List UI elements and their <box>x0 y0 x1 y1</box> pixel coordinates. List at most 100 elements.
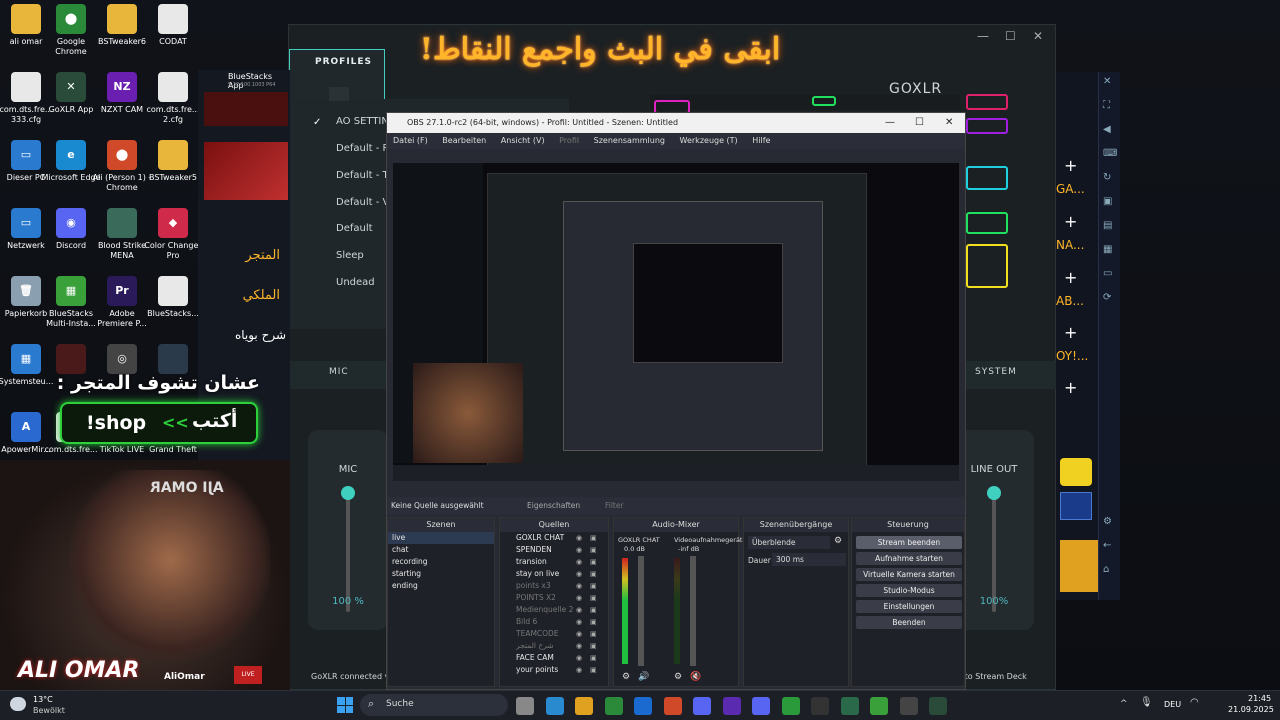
scene-item[interactable]: starting <box>388 568 494 580</box>
eye-icon[interactable]: ◉ <box>576 628 582 640</box>
minimize-icon[interactable]: — <box>885 113 895 133</box>
goxlr-icon[interactable] <box>929 697 947 715</box>
gear-icon[interactable]: ⚙ <box>622 672 630 682</box>
minimize-icon[interactable]: — <box>977 29 989 43</box>
preset-3[interactable]: Default - V <box>336 197 389 208</box>
source-item[interactable]: SPENDEN ◉ ▣ <box>500 544 608 556</box>
xbox-icon[interactable] <box>781 697 800 715</box>
eye-icon[interactable]: ◉ <box>576 652 582 664</box>
close-icon[interactable]: ✕ <box>1103 76 1111 87</box>
eye-icon[interactable]: ◉ <box>576 640 582 652</box>
lock-icon[interactable]: ▣ <box>590 544 597 556</box>
speaker-icon[interactable]: 🔊 <box>638 672 649 682</box>
mic-icon[interactable]: 🎙 <box>1140 697 1153 708</box>
preset-4[interactable]: Default <box>336 223 373 234</box>
eye-icon[interactable]: ◉ <box>576 556 582 568</box>
close-icon[interactable]: ✕ <box>1033 29 1043 43</box>
sync-icon[interactable]: ⟳ <box>1103 292 1111 303</box>
desktop-icon[interactable]: CODAT <box>143 4 203 47</box>
eye-icon[interactable]: ◉ <box>576 580 582 592</box>
discord-icon[interactable] <box>752 697 770 715</box>
preset-0[interactable]: AO SETTIN <box>336 116 389 127</box>
transition-select[interactable]: Überblende <box>748 536 830 549</box>
clock-time[interactable]: 21:45 <box>1248 694 1271 703</box>
preset-6[interactable]: Undead <box>336 277 375 288</box>
mixer-ch1-slider[interactable] <box>638 556 644 666</box>
eye-icon[interactable]: ◉ <box>576 544 582 556</box>
preset-1[interactable]: Default - R <box>336 143 389 154</box>
plus-icon[interactable]: + <box>1064 212 1077 231</box>
menu-profil[interactable]: Profil <box>559 136 579 145</box>
mixer-ch2-slider[interactable] <box>690 556 696 666</box>
game-tile-1[interactable] <box>1060 458 1092 486</box>
home-icon[interactable]: ⌂ <box>1103 564 1109 575</box>
lock-icon[interactable]: ▣ <box>590 616 597 628</box>
weather-temp[interactable]: 13°C <box>33 695 53 704</box>
chrome-icon[interactable] <box>663 697 682 715</box>
explorer-icon[interactable] <box>575 697 593 715</box>
neon-button-2[interactable] <box>966 118 1008 134</box>
scene-item[interactable]: ending <box>388 580 494 592</box>
eye-icon[interactable]: ◉ <box>576 604 582 616</box>
eye-icon[interactable]: ◉ <box>576 532 582 544</box>
lock-icon[interactable]: ▣ <box>590 592 597 604</box>
source-item[interactable]: your points ◉ ▣ <box>500 664 608 676</box>
macro-icon[interactable]: ▤ <box>1103 220 1112 231</box>
scene-item[interactable]: chat <box>388 544 494 556</box>
source-item[interactable]: Bild 6 ◉ ▣ <box>500 616 608 628</box>
source-item[interactable]: شرح المتجر ◉ ▣ <box>500 640 608 652</box>
neon-pad-2[interactable] <box>812 96 836 106</box>
screenshot-icon[interactable]: ▣ <box>1103 196 1112 207</box>
desktop-icon[interactable]: BSTweaker5 <box>143 140 203 183</box>
preset-5[interactable]: Sleep <box>336 250 364 261</box>
plus-icon[interactable]: + <box>1064 268 1077 287</box>
whatsapp-icon[interactable] <box>604 697 623 715</box>
neon-button-1[interactable] <box>966 94 1008 110</box>
source-item[interactable]: FACE CAM ◉ ▣ <box>500 652 608 664</box>
search-box[interactable]: ⌕ Suche <box>360 694 508 716</box>
scene-item[interactable]: live <box>388 532 494 544</box>
weather-text[interactable]: Bewölkt <box>33 706 65 715</box>
speaker-muted-icon[interactable]: 🔇 <box>690 672 701 682</box>
menu-ansicht[interactable]: Ansicht (V) <box>501 136 545 145</box>
eye-icon[interactable]: ◉ <box>576 616 582 628</box>
neon-button-3[interactable] <box>966 212 1008 234</box>
duration-input[interactable]: 300 ms <box>772 553 846 566</box>
source-item[interactable]: TEAMCODE ◉ ▣ <box>500 628 608 640</box>
edge-icon[interactable] <box>722 697 741 715</box>
neon-button-4[interactable] <box>966 244 1008 288</box>
stop-stream-button[interactable]: Stream beenden <box>856 536 962 549</box>
plus-icon[interactable]: + <box>1064 156 1077 175</box>
bluestacks-icon[interactable] <box>870 697 888 715</box>
source-item[interactable]: points x3 ◉ ▣ <box>500 580 608 592</box>
source-item[interactable]: POINTS X2 ◉ ▣ <box>500 592 608 604</box>
maximize-icon[interactable]: ☐ <box>1005 29 1016 43</box>
lock-icon[interactable]: ▣ <box>590 532 597 544</box>
lock-icon[interactable]: ▣ <box>590 568 597 580</box>
mic-knob[interactable] <box>341 486 355 500</box>
nzxt-icon[interactable] <box>840 697 859 715</box>
virtual-camera-button[interactable]: Virtuelle Kamera starten <box>856 568 962 581</box>
gear-icon[interactable]: ⚙ <box>674 672 682 682</box>
plus-icon[interactable]: + <box>1064 323 1077 342</box>
menu-szenensammlung[interactable]: Szenensammlung <box>594 136 665 145</box>
preset-2[interactable]: Default - T <box>336 170 389 181</box>
studio-mode-button[interactable]: Studio-Modus <box>856 584 962 597</box>
copilot-icon[interactable] <box>545 697 564 715</box>
maximize-icon[interactable]: ☐ <box>915 113 924 133</box>
wifi-icon[interactable]: ◠ <box>1190 697 1199 708</box>
chevron-up-icon[interactable]: ^ <box>1120 699 1128 709</box>
windows-start-icon[interactable] <box>337 697 353 713</box>
lock-icon[interactable]: ▣ <box>590 604 597 616</box>
game-thumb-1[interactable] <box>204 92 288 126</box>
obs-preview[interactable] <box>393 163 959 481</box>
source-item[interactable]: transion ◉ ▣ <box>500 556 608 568</box>
desktop-icon[interactable]: com.dts.fre... 2.cfg <box>143 72 203 125</box>
desktop-icon[interactable]: ◆ Color Changer Pro <box>143 208 203 261</box>
lock-icon[interactable]: ▣ <box>590 628 597 640</box>
game-tile-3[interactable] <box>1060 540 1100 592</box>
volume-icon[interactable]: ◀ <box>1103 124 1111 135</box>
lock-icon[interactable]: ▣ <box>590 640 597 652</box>
source-item[interactable]: stay on live ◉ ▣ <box>500 568 608 580</box>
plus-icon[interactable]: + <box>1064 378 1077 397</box>
